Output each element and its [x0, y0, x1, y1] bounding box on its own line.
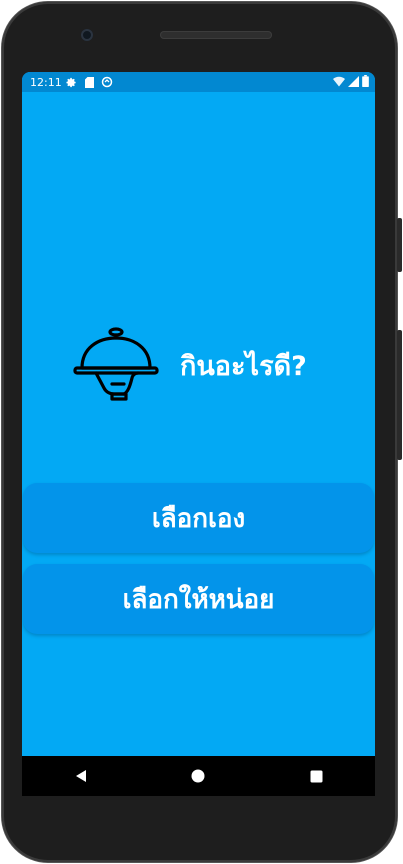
home-icon[interactable] [178, 756, 218, 796]
bottom-bezel [22, 796, 375, 840]
choose-for-me-button[interactable]: เลือกให้หน่อย [23, 564, 374, 634]
front-camera [81, 29, 93, 41]
battery-icon [362, 75, 369, 90]
status-bar: 12:11 [22, 72, 375, 92]
settings-icon [64, 75, 78, 89]
wifi-icon [333, 76, 345, 90]
status-right-icons [333, 75, 369, 90]
app-title: กินอะไรดี? [180, 351, 307, 382]
choose-self-button[interactable]: เลือกเอง [23, 483, 374, 553]
app-screen: 12:11 กินอะไรดี? เลือกเอง เลือกให้หน่อย [22, 72, 375, 756]
navigation-bar [22, 756, 375, 796]
volume-button [397, 218, 402, 272]
status-time: 12:11 [30, 75, 62, 89]
power-button [397, 330, 402, 460]
sd-card-icon [82, 75, 96, 89]
recents-icon[interactable] [296, 756, 336, 796]
back-icon[interactable] [61, 756, 101, 796]
app-header: กินอะไรดี? [22, 312, 375, 402]
earpiece-speaker [160, 31, 272, 39]
signal-icon [348, 75, 359, 90]
sync-icon [100, 75, 114, 89]
food-cloche-icon [73, 327, 159, 401]
